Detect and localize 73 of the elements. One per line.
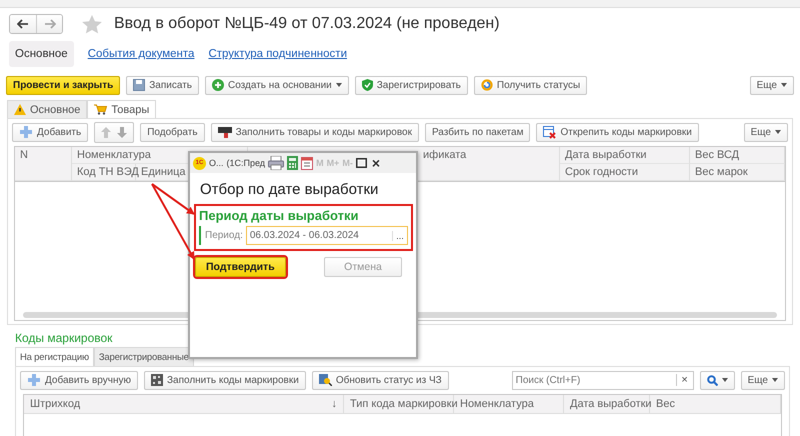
column-header: N bbox=[15, 147, 72, 181]
refresh-icon bbox=[480, 79, 493, 91]
column-title: Тип кода маркировки bbox=[350, 398, 458, 410]
column-header: Срок годности bbox=[560, 164, 690, 181]
form-tab[interactable]: Основное bbox=[7, 100, 88, 118]
more-button[interactable]: Еще bbox=[750, 76, 794, 94]
caret-icon bbox=[781, 83, 787, 87]
calculator-icon[interactable] bbox=[287, 156, 298, 170]
more-button[interactable]: Еще bbox=[740, 370, 785, 390]
warning-icon bbox=[14, 104, 26, 115]
column-header: Дата выработки bbox=[560, 147, 690, 164]
forward-arrow-icon bbox=[44, 19, 56, 29]
back-button[interactable] bbox=[10, 15, 36, 33]
up-arrow-icon bbox=[101, 126, 112, 138]
table-toolbar-button[interactable]: Открепить коды маркировки bbox=[536, 122, 699, 142]
caret-icon bbox=[775, 130, 781, 134]
star-icon[interactable] bbox=[82, 14, 102, 34]
cart-icon bbox=[94, 104, 108, 115]
dialog-heading: Отбор по дате выработки bbox=[199, 180, 380, 200]
table-toolbar-button[interactable]: Добавить вручную bbox=[20, 370, 138, 390]
period-field[interactable]: 06.03.2024 - 06.03.2024 ... bbox=[246, 226, 408, 245]
group-title: Период даты выработки bbox=[199, 208, 360, 225]
toolbar-button[interactable]: Записать bbox=[126, 76, 199, 94]
magnifier-document-icon bbox=[318, 374, 332, 386]
table-toolbar-button[interactable]: Заполнить коды маркировки bbox=[144, 370, 306, 390]
more-button[interactable]: Еще bbox=[744, 122, 788, 142]
plus-circle-icon bbox=[212, 79, 224, 91]
column-header: Вес ВСД bbox=[690, 147, 785, 164]
form-tab[interactable]: Товары bbox=[87, 100, 156, 118]
section-link[interactable]: Основное bbox=[9, 41, 74, 67]
field-label: Период: bbox=[205, 230, 243, 241]
toolbar-button[interactable]: Получить статусы bbox=[474, 76, 588, 94]
section-link[interactable]: События документа bbox=[88, 48, 194, 60]
table-toolbar-button[interactable]: Заполнить товары и коды маркировок bbox=[210, 122, 419, 142]
clear-button[interactable]: × bbox=[676, 374, 693, 386]
column-header: Вес марок bbox=[690, 164, 785, 181]
caret-icon bbox=[772, 378, 778, 382]
confirm-button[interactable]: Подтвердить bbox=[195, 257, 286, 277]
search-field[interactable]: Поиск (Ctrl+F) × bbox=[512, 370, 694, 390]
maximize-icon[interactable] bbox=[356, 158, 367, 168]
choose-button[interactable]: ... bbox=[392, 230, 407, 240]
section-link[interactable]: Структура подчиненности bbox=[208, 48, 347, 60]
back-arrow-icon bbox=[17, 19, 29, 29]
search-icon bbox=[706, 374, 718, 386]
calendar-icon[interactable] bbox=[301, 156, 314, 170]
caret-icon bbox=[722, 378, 728, 382]
down-arrow-icon bbox=[117, 126, 128, 138]
table-toolbar-button[interactable]: Подобрать bbox=[140, 122, 205, 142]
toolbar-button[interactable]: Создать на основании bbox=[205, 76, 349, 94]
printer-icon[interactable] bbox=[268, 156, 284, 170]
move-buttons[interactable] bbox=[94, 122, 134, 142]
period-value: 06.03.2024 - 06.03.2024 bbox=[248, 230, 360, 241]
marking-tab[interactable]: Зарегистрированные bbox=[94, 347, 194, 366]
marking-tab[interactable]: На регистрацию bbox=[15, 347, 94, 366]
column-title: Номенклатура bbox=[460, 398, 534, 410]
search-options-button[interactable] bbox=[700, 370, 735, 390]
toolbar-button[interactable]: Зарегистрировать bbox=[354, 76, 468, 94]
table-toolbar-button[interactable]: Добавить bbox=[12, 122, 88, 142]
column-title: Вес bbox=[656, 398, 675, 410]
window-title: Ввод в оборот №ЦБ-49 от 07.03.2024 (не проведен) bbox=[114, 15, 500, 33]
column-title: Дата выработки bbox=[570, 398, 652, 410]
section-title: Коды маркировок bbox=[14, 330, 114, 347]
shield-icon bbox=[362, 79, 373, 91]
table-toolbar-button[interactable]: Разбить по пакетам bbox=[424, 122, 530, 142]
table-cross-icon bbox=[543, 126, 556, 138]
plus-icon bbox=[19, 125, 33, 139]
post-and-close-button[interactable]: Провести и закрыть bbox=[6, 76, 120, 94]
qr-code-icon bbox=[150, 374, 163, 386]
column-title: Штрихкод bbox=[30, 398, 80, 410]
close-button[interactable]: × bbox=[372, 155, 380, 171]
sort-indicator: ↓ bbox=[332, 398, 337, 410]
plus-icon bbox=[27, 373, 41, 387]
table-toolbar-button[interactable]: Обновить статус из ЧЗ bbox=[312, 370, 449, 390]
